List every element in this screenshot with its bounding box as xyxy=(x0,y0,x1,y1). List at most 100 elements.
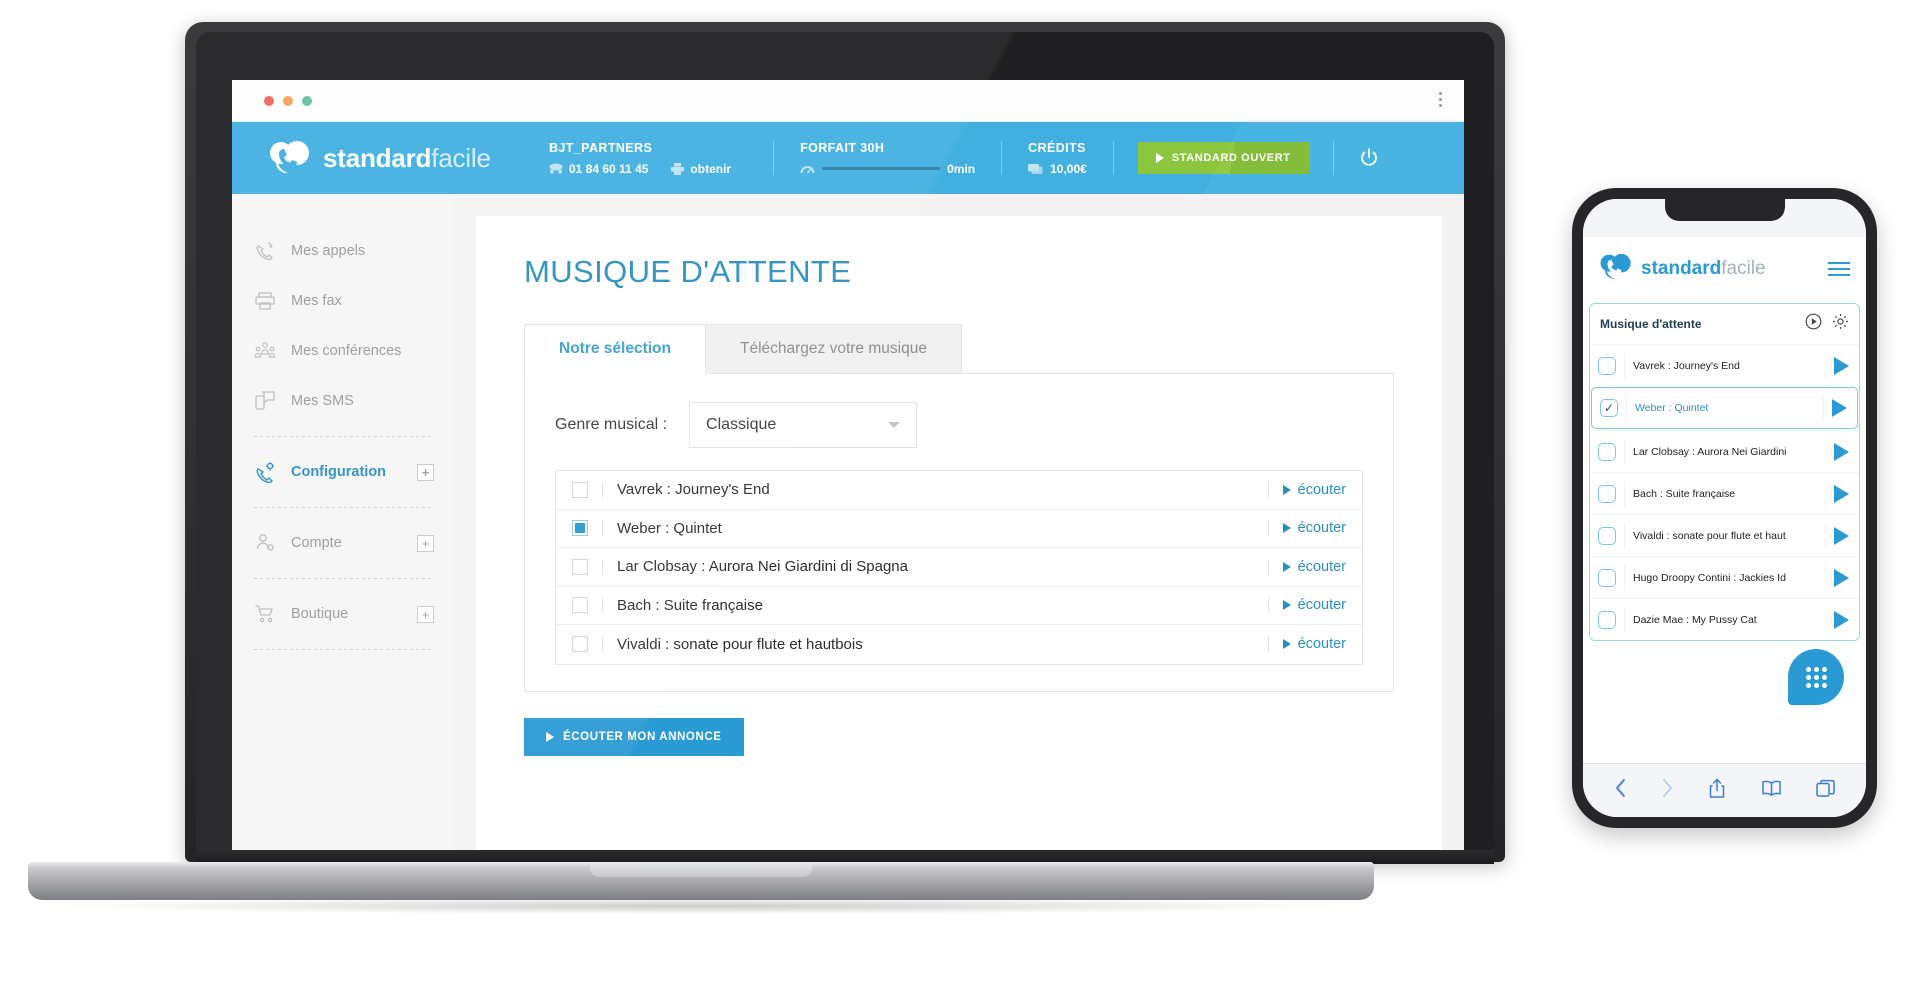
list-item[interactable]: Bach : Suite française xyxy=(1590,472,1859,514)
track-name: Vivaldi : sonate pour flute et hautbois xyxy=(617,635,863,653)
list-item[interactable]: Lar Clobsay : Aurora Nei Giardini xyxy=(1590,430,1859,472)
table-row[interactable]: Vivaldi : sonate pour flute et hautbois … xyxy=(556,625,1362,664)
listen-label: écouter xyxy=(1297,597,1346,614)
table-row[interactable]: Weber : Quintet écouter xyxy=(556,510,1362,548)
keypad-icon[interactable] xyxy=(1788,649,1844,705)
settings-phone-icon xyxy=(254,461,276,483)
play-icon[interactable] xyxy=(1834,526,1849,545)
phone-calls-icon xyxy=(254,240,276,262)
play-icon[interactable] xyxy=(1834,568,1849,587)
sidebar-divider-2 xyxy=(254,507,432,508)
row-divider xyxy=(1825,352,1826,379)
back-icon[interactable] xyxy=(1614,778,1627,803)
row-divider xyxy=(1267,636,1269,653)
play-icon xyxy=(546,731,554,742)
listen-button[interactable]: écouter xyxy=(1282,636,1346,652)
track-checkbox[interactable] xyxy=(1598,484,1616,503)
listen-button[interactable]: écouter xyxy=(1282,559,1346,575)
play-circle-icon[interactable] xyxy=(1805,313,1822,335)
gauge-icon xyxy=(800,163,815,175)
genre-select[interactable]: Classique xyxy=(689,402,918,448)
track-checkbox[interactable] xyxy=(572,636,588,653)
list-item[interactable]: Hugo Droopy Contini : Jackies Id xyxy=(1590,556,1859,598)
sidebar-divider-4 xyxy=(254,649,432,650)
sidebar-item-mes-fax[interactable]: Mes fax xyxy=(232,276,454,326)
list-item[interactable]: Vivaldi : sonate pour flute et haut xyxy=(1590,514,1859,556)
maximize-window-dot[interactable] xyxy=(302,95,312,106)
power-icon[interactable] xyxy=(1358,147,1380,169)
share-icon[interactable] xyxy=(1708,778,1726,804)
track-checkbox[interactable] xyxy=(1598,610,1616,629)
brand-logo[interactable]: standardfacile xyxy=(268,139,523,177)
expand-boutique-button[interactable]: + xyxy=(417,605,434,623)
list-item[interactable]: Vavrek : Journey's End xyxy=(1590,344,1859,386)
plan-gauge-bar xyxy=(822,167,941,170)
row-divider xyxy=(1825,564,1826,591)
sidebar-divider xyxy=(254,436,432,437)
credits-block: CRÉDITS 10,00€ xyxy=(1002,141,1113,176)
row-divider xyxy=(1825,438,1826,465)
listen-button[interactable]: écouter xyxy=(1282,597,1346,614)
listen-button[interactable]: écouter xyxy=(1282,520,1346,536)
table-row[interactable]: Vavrek : Journey's End écouter xyxy=(556,471,1362,510)
ecouter-mon-annonce-button[interactable]: ÉCOUTER MON ANNONCE xyxy=(524,717,744,756)
row-divider xyxy=(602,597,603,614)
track-checkbox[interactable] xyxy=(1598,526,1616,545)
track-checkbox[interactable] xyxy=(572,481,588,498)
app-header: standardfacile BJT_PARTNERS 01 84 60 11 … xyxy=(232,122,1464,194)
bookmarks-icon[interactable] xyxy=(1761,779,1782,802)
table-row[interactable]: Lar Clobsay : Aurora Nei Giardini di Spa… xyxy=(556,548,1362,587)
account-phone[interactable]: 01 84 60 11 45 xyxy=(549,162,648,176)
track-checkbox[interactable] xyxy=(572,558,588,575)
gear-icon[interactable] xyxy=(1832,313,1849,335)
play-icon[interactable] xyxy=(1834,610,1849,629)
track-name: Vavrek : Journey's End xyxy=(617,481,770,499)
track-checkbox[interactable] xyxy=(1598,442,1616,461)
phone-brand-logo[interactable]: standardfacile xyxy=(1599,252,1766,287)
track-checkbox[interactable] xyxy=(1598,356,1616,375)
forward-icon[interactable] xyxy=(1661,778,1674,803)
list-item[interactable]: Dazie Mae : My Pussy Cat xyxy=(1590,598,1859,640)
row-divider xyxy=(602,558,603,575)
row-divider xyxy=(1267,597,1269,614)
sidebar-item-mes-appels[interactable]: Mes appels xyxy=(232,226,454,276)
track-checkbox[interactable] xyxy=(1598,568,1616,587)
track-checkbox[interactable] xyxy=(572,597,588,614)
play-icon[interactable] xyxy=(1832,399,1847,417)
obtain-link[interactable]: obtenir xyxy=(671,162,731,176)
list-item[interactable]: ✓ Weber : Quintet xyxy=(1591,387,1858,429)
sidebar-item-configuration[interactable]: Configuration + xyxy=(232,447,454,497)
tabs-icon[interactable] xyxy=(1816,779,1835,803)
kebab-menu-icon[interactable] xyxy=(1439,92,1442,107)
close-window-dot[interactable] xyxy=(264,95,274,106)
row-divider xyxy=(1624,480,1625,507)
tab-telechargez-votre-musique[interactable]: Téléchargez votre musique xyxy=(705,324,962,373)
play-icon[interactable] xyxy=(1834,484,1849,503)
expand-configuration-button[interactable]: + xyxy=(417,463,434,481)
header-divider-4 xyxy=(1332,141,1334,175)
standard-ouvert-button[interactable]: STANDARD OUVERT xyxy=(1137,142,1309,174)
sidebar-label: Mes appels xyxy=(291,243,366,259)
minimize-window-dot[interactable] xyxy=(283,95,293,106)
sidebar-item-boutique[interactable]: Boutique + xyxy=(232,589,454,639)
table-row[interactable]: Bach : Suite française écouter xyxy=(556,587,1362,625)
play-icon[interactable] xyxy=(1834,356,1849,375)
row-divider xyxy=(1626,395,1627,421)
row-divider xyxy=(1624,522,1625,549)
phone-mockup: standardfacile Musique d'attente Vavrek … xyxy=(1572,188,1877,828)
window-controls[interactable] xyxy=(264,95,312,106)
expand-compte-button[interactable]: + xyxy=(417,534,434,552)
track-checkbox[interactable] xyxy=(572,520,588,537)
sidebar-label: Compte xyxy=(291,535,342,551)
chevron-down-icon xyxy=(888,422,901,428)
listen-button[interactable]: écouter xyxy=(1282,482,1346,498)
tab-notre-selection[interactable]: Notre sélection xyxy=(524,324,706,374)
sidebar-item-mes-sms[interactable]: Mes SMS xyxy=(232,376,454,426)
sidebar-item-mes-conferences[interactable]: Mes conférences xyxy=(232,326,454,376)
play-icon[interactable] xyxy=(1834,442,1849,461)
track-checkbox[interactable]: ✓ xyxy=(1600,399,1618,417)
browser-chrome xyxy=(232,80,1464,122)
row-divider xyxy=(602,520,603,537)
sidebar-item-compte[interactable]: Compte + xyxy=(232,518,454,568)
hamburger-menu-icon[interactable] xyxy=(1828,262,1850,276)
